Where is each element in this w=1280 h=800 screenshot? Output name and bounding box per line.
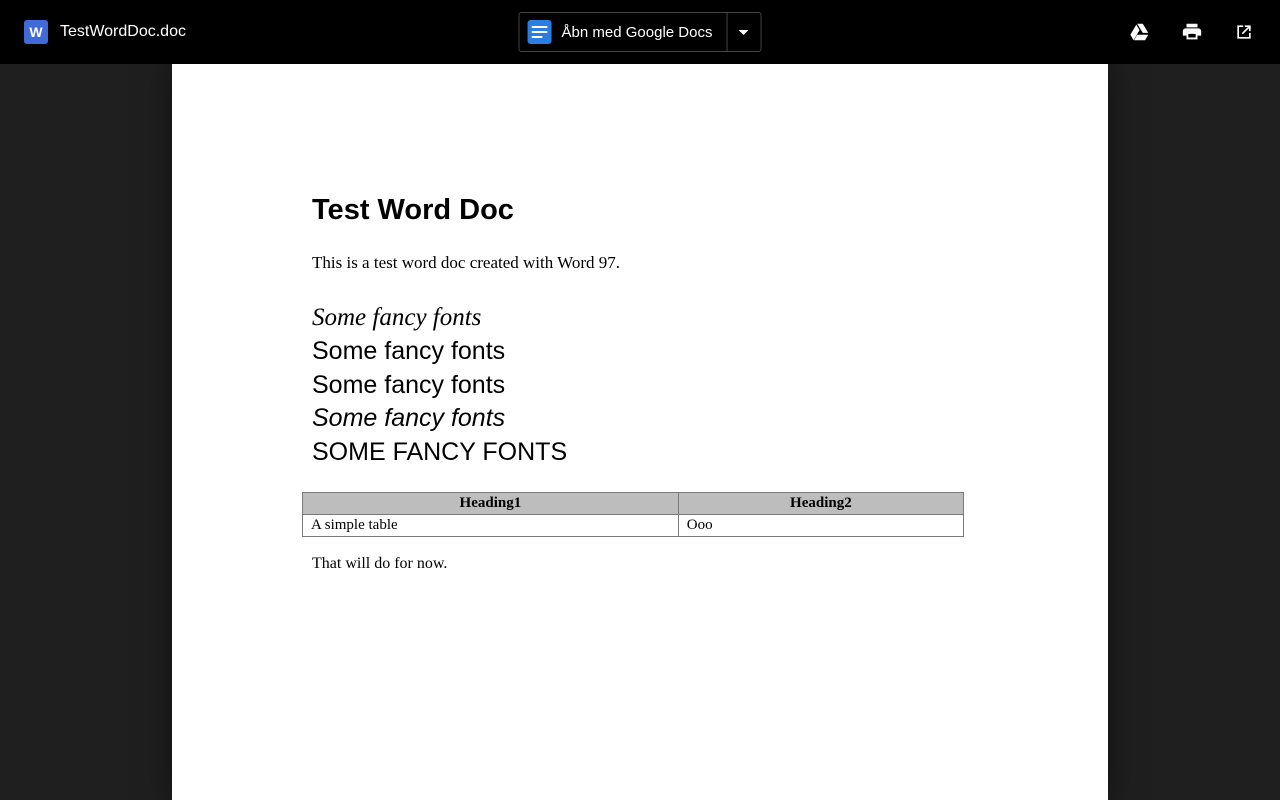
fancy-font-samples: Some fancy fonts Some fancy fonts Some f… <box>312 301 968 470</box>
google-docs-icon <box>528 20 552 44</box>
open-external-icon <box>1234 22 1254 42</box>
header-actions <box>1128 20 1256 44</box>
google-drive-icon <box>1129 21 1151 43</box>
save-to-drive-button[interactable] <box>1128 20 1152 44</box>
fancy-line-3: Some fancy fonts <box>312 369 968 403</box>
table-cell-1: A simple table <box>303 514 679 536</box>
table-header-1: Heading1 <box>303 492 679 514</box>
fancy-line-4: Some fancy fonts <box>312 402 968 436</box>
document-outro: That will do for now. <box>312 555 968 573</box>
document-intro: This is a test word doc created with Wor… <box>312 253 968 273</box>
document-page: Test Word Doc This is a test word doc cr… <box>172 64 1108 800</box>
file-badge-letter: W <box>29 24 42 40</box>
fancy-line-5: SOME FANCY FONTS <box>312 436 968 470</box>
open-with-group: Åbn med Google Docs <box>519 12 762 52</box>
fancy-line-1: Some fancy fonts <box>312 301 968 335</box>
printer-icon <box>1181 21 1203 43</box>
open-with-label: Åbn med Google Docs <box>562 24 713 41</box>
table-row: A simple table Ooo <box>303 514 964 536</box>
table-header-2: Heading2 <box>678 492 963 514</box>
open-with-dropdown-button[interactable] <box>726 13 760 51</box>
word-file-icon: W <box>24 20 48 44</box>
file-name-label: TestWordDoc.doc <box>60 23 186 41</box>
document-table: Heading1 Heading2 A simple table Ooo <box>302 492 964 537</box>
document-title: Test Word Doc <box>312 194 968 227</box>
table-header-row: Heading1 Heading2 <box>303 492 964 514</box>
open-in-new-button[interactable] <box>1232 20 1256 44</box>
table-cell-2: Ooo <box>678 514 963 536</box>
open-with-google-docs-button[interactable]: Åbn med Google Docs <box>520 13 727 51</box>
fancy-line-2: Some fancy fonts <box>312 335 968 369</box>
app-header: W TestWordDoc.doc Åbn med Google Docs <box>0 0 1280 64</box>
chevron-down-icon <box>739 30 749 35</box>
document-stage: Test Word Doc This is a test word doc cr… <box>0 64 1280 800</box>
print-button[interactable] <box>1180 20 1204 44</box>
